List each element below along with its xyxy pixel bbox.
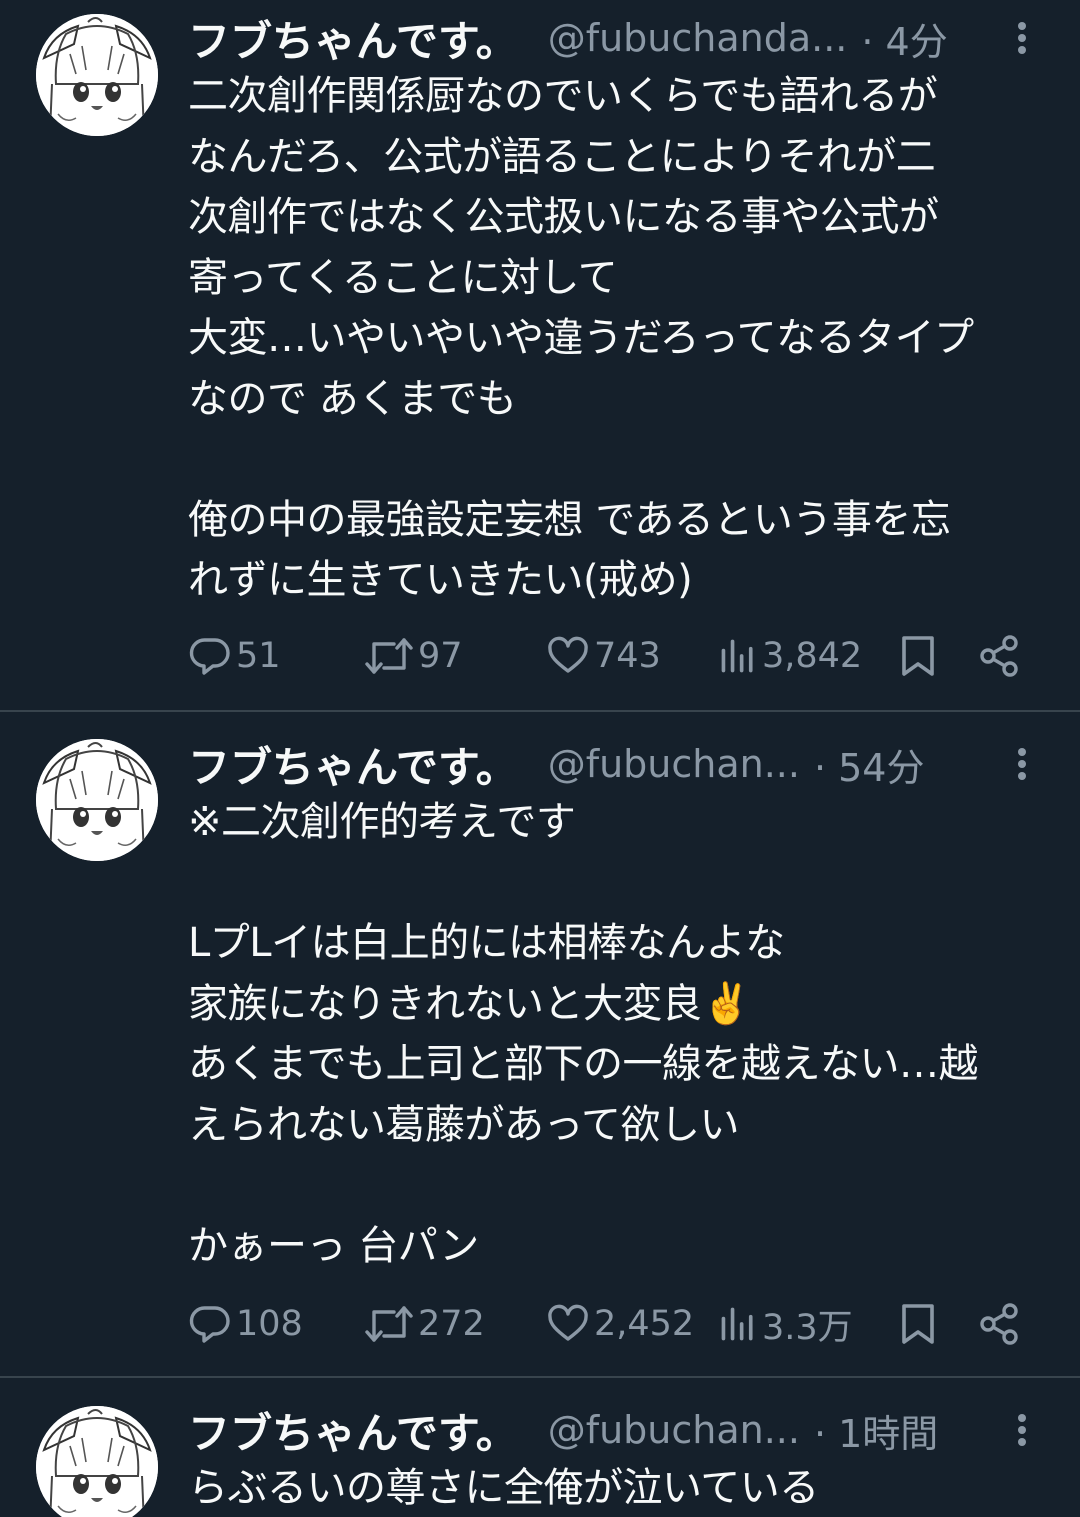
tweet-header: フブちゃんです。 @fubuchan... · 54分 [188,734,1040,794]
reply-bubble-icon [188,634,232,678]
retweet-icon [364,634,414,678]
more-vertical-icon [1010,8,1034,68]
like-count: 743 [594,636,661,676]
reply-bubble-icon [188,1302,232,1346]
reply-count: 108 [236,1304,303,1344]
retweet-count: 272 [418,1304,485,1344]
tweet-text: らぶるいの尊さに全俺が泣いている [188,1465,819,1511]
tweet-header: フブちゃんです。 @fubuchan... · 1時間 [188,1400,1040,1460]
retweet-icon [364,1302,414,1346]
timestamp[interactable]: · 54分 [814,737,925,792]
display-name[interactable]: フブちゃんです。 [188,8,518,69]
views-button[interactable]: 3.3万 [718,1294,853,1354]
tweet-text: 二次創作関係厨なのでいくらでも語れるが なんだろ、公式が語ることによりそれが二 … [188,73,974,603]
share-button[interactable] [978,1294,1022,1354]
avatar[interactable] [36,739,158,861]
heart-icon [546,634,590,678]
tweet-header: フブちゃんです。 @fubuchanda... · 4分 [188,8,1040,68]
views-button[interactable]: 3,842 [718,626,862,686]
reply-count: 51 [236,636,281,676]
like-button[interactable]: 2,452 [546,1294,694,1354]
display-name[interactable]: フブちゃんです。 [188,1400,518,1461]
action-bar: 108 272 2,452 3.3万 [188,1294,1048,1354]
retweet-button[interactable]: 272 [364,1294,485,1354]
bookmark-button[interactable] [896,1294,940,1354]
view-count: 3.3万 [762,1307,853,1348]
timestamp[interactable]: · 1時間 [814,1403,938,1458]
avatar[interactable] [36,1406,158,1517]
like-count: 2,452 [594,1304,695,1344]
views-bar-chart-icon [718,1302,758,1346]
more-options-button[interactable] [1010,1400,1034,1460]
user-handle[interactable]: @fubuchanda... [548,16,848,60]
more-options-button[interactable] [1010,8,1034,68]
bookmark-button[interactable] [896,626,940,686]
reply-button[interactable]: 51 [188,626,281,686]
views-bar-chart-icon [718,634,758,678]
user-handle[interactable]: @fubuchan... [548,1408,800,1452]
avatar[interactable] [36,14,158,136]
view-count: 3,842 [762,636,863,676]
heart-icon [546,1302,590,1346]
share-icon [978,1302,1022,1346]
retweet-button[interactable]: 97 [364,626,463,686]
tweet[interactable]: フブちゃんです。 @fubuchanda... · 4分 二次創作関係厨なのでい… [0,0,1080,710]
bookmark-icon [896,1302,940,1346]
more-vertical-icon [1010,734,1034,794]
retweet-count: 97 [418,636,463,676]
share-icon [978,634,1022,678]
share-button[interactable] [978,626,1022,686]
bookmark-icon [896,634,940,678]
like-button[interactable]: 743 [546,626,661,686]
tweet[interactable]: フブちゃんです。 @fubuchan... · 54分 ※二次創作的考えです L… [0,712,1080,1376]
action-bar: 51 97 743 3,842 [188,626,1048,686]
tweet-text: ※二次創作的考えです LプLイは白上的には相棒なんよな 家族になりきれないと大変… [188,799,979,1269]
user-handle[interactable]: @fubuchan... [548,742,800,786]
reply-button[interactable]: 108 [188,1294,303,1354]
more-options-button[interactable] [1010,734,1034,794]
timestamp[interactable]: · 4分 [861,11,947,66]
display-name[interactable]: フブちゃんです。 [188,734,518,795]
tweet[interactable]: フブちゃんです。 @fubuchan... · 1時間 らぶるいの尊さに全俺が泣… [0,1378,1080,1517]
more-vertical-icon [1010,1400,1034,1460]
